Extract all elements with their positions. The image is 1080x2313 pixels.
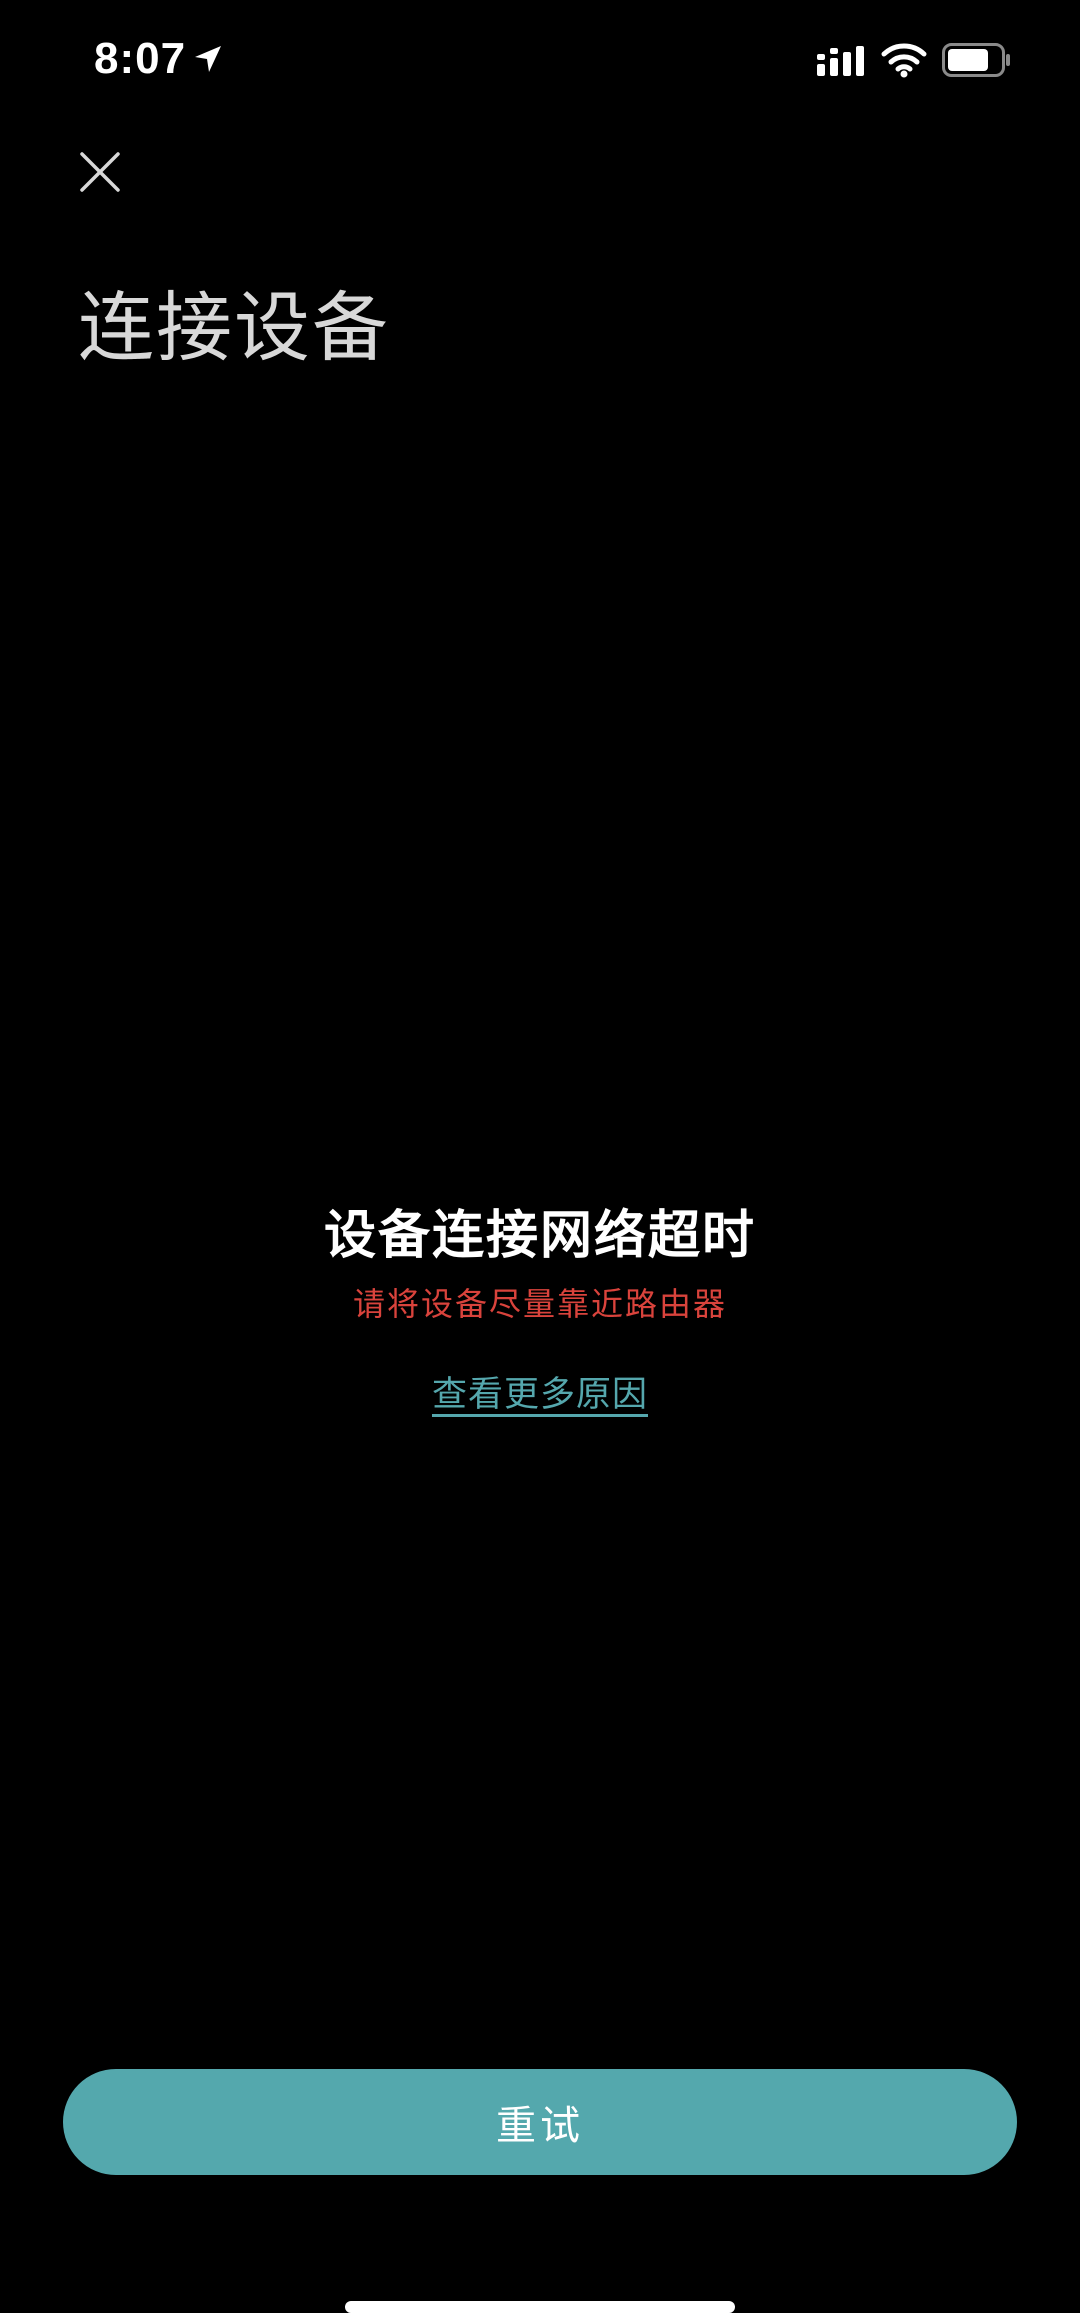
error-title: 设备连接网络超时 — [323, 1206, 756, 1266]
error-hint: 请将设备尽量靠近路由器 — [352, 1285, 727, 1323]
home-indicator — [345, 2301, 735, 2313]
error-message: 设备连接网络超时 请将设备尽量靠近路由器 查看更多原因 — [0, 1210, 1080, 1413]
battery-icon — [942, 43, 1010, 77]
status-time: 8:07 — [94, 34, 187, 83]
status-bar: 8:07 — [0, 0, 1080, 120]
close-button[interactable] — [70, 142, 130, 202]
signal-icon — [817, 46, 864, 76]
close-icon — [80, 152, 120, 192]
wifi-icon — [881, 43, 927, 78]
retry-button[interactable]: 重试 — [63, 2069, 1017, 2175]
location-arrow-icon — [195, 46, 221, 72]
page-title: 连接设备 — [78, 283, 390, 372]
more-reasons-link[interactable]: 查看更多原因 — [432, 1378, 648, 1413]
